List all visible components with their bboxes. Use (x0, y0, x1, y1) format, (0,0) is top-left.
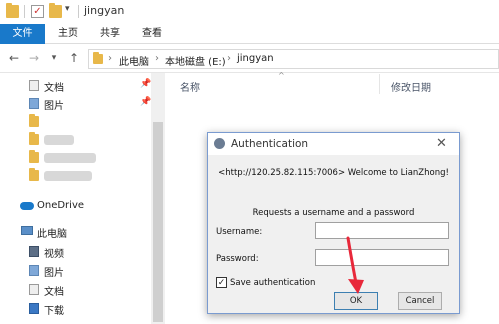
annotation-arrow (346, 236, 364, 294)
